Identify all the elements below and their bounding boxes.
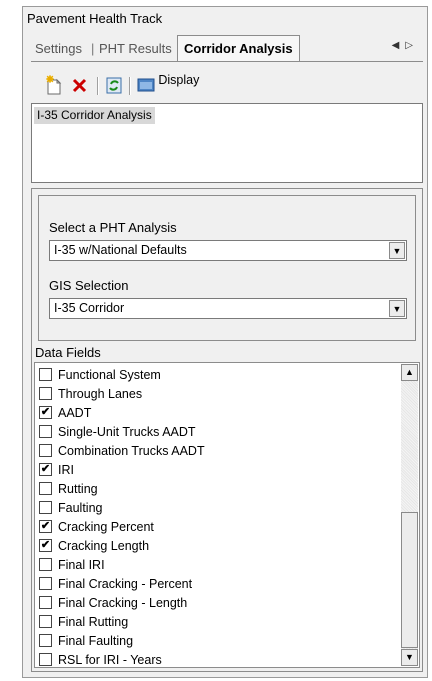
list-item[interactable]: Combination Trucks AADT (39, 442, 205, 461)
field-label: Final Faulting (58, 634, 134, 648)
scroll-up-icon[interactable]: ▲ (401, 364, 418, 381)
list-item[interactable]: Final Faulting (39, 632, 133, 651)
field-label: Functional System (58, 368, 161, 382)
checkbox[interactable] (39, 501, 52, 515)
field-label: Combination Trucks AADT (58, 444, 205, 458)
toolbar: Display (31, 73, 423, 99)
tab-scroll-left-icon[interactable]: ◀ (392, 40, 406, 51)
checkbox[interactable] (39, 615, 52, 629)
checkbox[interactable] (39, 577, 52, 591)
field-label: Single-Unit Trucks AADT (58, 425, 196, 439)
list-item[interactable]: Functional System (39, 366, 161, 385)
pht-analysis-value: I-35 w/National Defaults (54, 243, 187, 257)
corridor-analyses-list[interactable]: I-35 Corridor Analysis (31, 103, 423, 183)
list-item[interactable]: Final Cracking - Percent (39, 575, 192, 594)
list-item[interactable]: Final IRI (39, 556, 105, 575)
list-item[interactable]: I-35 Corridor Analysis (34, 107, 155, 124)
field-label: Through Lanes (58, 387, 143, 401)
window-title: Pavement Health Track (27, 11, 163, 26)
field-label: Final Rutting (58, 615, 129, 629)
list-item[interactable]: RSL for IRI - Years (39, 651, 162, 667)
tab-corridor-analysis[interactable]: Corridor Analysis (177, 35, 300, 61)
list-item[interactable]: Faulting (39, 499, 102, 518)
new-analysis-button[interactable] (45, 75, 63, 97)
chevron-down-icon[interactable]: ▼ (389, 242, 405, 259)
field-label: Final IRI (58, 558, 105, 572)
field-label: Faulting (58, 501, 103, 515)
display-button[interactable]: Display (137, 73, 217, 97)
list-item[interactable]: ✔ AADT (39, 404, 91, 423)
field-label: Cracking Percent (58, 520, 154, 534)
checkbox[interactable] (39, 596, 52, 610)
list-item[interactable]: ✔ IRI (39, 461, 74, 480)
tab-scroll-arrows[interactable]: ◀▷ (392, 40, 419, 51)
pavement-health-track-window: Pavement Health Track Settings | PHT Res… (22, 6, 428, 678)
gis-selection-select[interactable]: I-35 Corridor ▼ (49, 298, 407, 319)
list-item[interactable]: Single-Unit Trucks AADT (39, 423, 196, 442)
analysis-settings-panel: Select a PHT Analysis I-35 w/National De… (31, 188, 423, 672)
field-label: Final Cracking - Length (58, 596, 188, 610)
field-label: Cracking Length (58, 539, 150, 553)
scroll-down-icon[interactable]: ▼ (401, 649, 418, 666)
delete-button[interactable] (71, 75, 89, 97)
checkbox[interactable] (39, 444, 52, 458)
data-fields-list[interactable]: Functional System Through Lanes ✔ AADT Si… (34, 362, 420, 668)
checkbox[interactable] (39, 558, 52, 572)
field-label: AADT (58, 406, 92, 420)
list-item[interactable]: ✔ Cracking Percent (39, 518, 154, 537)
refresh-button[interactable] (105, 75, 123, 97)
gis-selection-label: GIS Selection (49, 278, 129, 293)
checkbox[interactable]: ✔ (39, 463, 52, 477)
gis-selection-value: I-35 Corridor (54, 301, 125, 315)
scrollbar-thumb[interactable] (401, 512, 418, 648)
display-icon (137, 78, 155, 92)
display-button-label: Display (158, 73, 200, 88)
field-label: Rutting (58, 482, 98, 496)
data-fields-label: Data Fields (35, 345, 101, 360)
list-item[interactable]: Rutting (39, 480, 98, 499)
analysis-selection-group: Select a PHT Analysis I-35 w/National De… (38, 195, 416, 341)
tab-settings[interactable]: Settings (33, 38, 84, 59)
checkbox[interactable] (39, 387, 52, 401)
checkbox[interactable] (39, 482, 52, 496)
chevron-down-icon[interactable]: ▼ (389, 300, 405, 317)
list-item[interactable]: Through Lanes (39, 385, 142, 404)
tab-pht-results[interactable]: PHT Results (97, 38, 174, 59)
checkbox[interactable] (39, 634, 52, 648)
pht-analysis-label: Select a PHT Analysis (49, 220, 177, 235)
checkbox[interactable]: ✔ (39, 539, 52, 553)
tab-separator: | (91, 41, 95, 56)
tab-strip: Settings | PHT Results Corridor Analysis… (31, 35, 423, 62)
list-item[interactable]: ✔ Cracking Length (39, 537, 149, 556)
refresh-icon (106, 77, 122, 94)
checkbox[interactable] (39, 368, 52, 382)
list-item[interactable]: Final Cracking - Length (39, 594, 187, 613)
checkbox[interactable]: ✔ (39, 406, 52, 420)
field-label: Final Cracking - Percent (58, 577, 193, 591)
field-label: IRI (58, 463, 74, 477)
delete-icon (72, 78, 87, 93)
new-icon (46, 75, 62, 95)
checkbox[interactable]: ✔ (39, 520, 52, 534)
field-label: RSL for IRI - Years (58, 653, 162, 667)
checkbox[interactable] (39, 425, 52, 439)
list-item[interactable]: Final Rutting (39, 613, 128, 632)
pht-analysis-select[interactable]: I-35 w/National Defaults ▼ (49, 240, 407, 261)
toolbar-divider (97, 77, 99, 95)
tab-scroll-right-icon[interactable]: ▷ (405, 40, 419, 51)
toolbar-divider (129, 77, 131, 95)
checkbox[interactable] (39, 653, 52, 667)
data-fields-scrollbar[interactable]: ▲ ▼ (401, 364, 418, 666)
